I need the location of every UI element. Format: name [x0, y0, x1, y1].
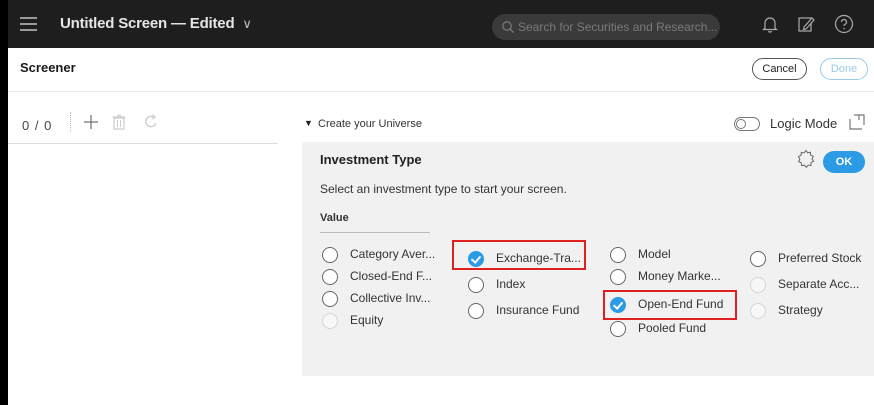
value-label: Value	[320, 212, 349, 224]
cancel-button[interactable]: Cancel	[752, 58, 807, 80]
option-label: Separate Acc...	[778, 277, 860, 291]
radio-icon[interactable]	[610, 269, 626, 285]
option-label: Money Marke...	[638, 269, 721, 283]
title-separator: —	[171, 15, 186, 32]
gear-icon[interactable]	[796, 149, 816, 169]
option-label: Insurance Fund	[496, 303, 580, 317]
add-icon[interactable]	[82, 113, 100, 131]
bell-icon[interactable]	[760, 14, 780, 34]
logic-mode-toggle[interactable]	[734, 117, 760, 131]
radio-icon[interactable]	[468, 303, 484, 319]
universe-header[interactable]: ▼ Create your Universe Logic Mode	[302, 112, 872, 140]
option-label: Strategy	[778, 303, 823, 317]
highlight-box-open-end-fund	[603, 290, 737, 320]
option-label: Pooled Fund	[638, 321, 707, 335]
criteria-counter: 0 / 0	[22, 118, 53, 133]
option-label: Preferred Stock	[778, 251, 862, 265]
chevron-down-icon[interactable]: ∨	[242, 16, 252, 31]
top-bar: Untitled Screen — Edited ∨ Search for Se…	[8, 0, 874, 48]
expand-icon[interactable]	[848, 113, 866, 131]
trash-icon[interactable]	[110, 113, 128, 131]
radio-icon[interactable]	[322, 313, 338, 329]
help-icon[interactable]	[834, 14, 854, 34]
edit-note-icon[interactable]	[796, 14, 816, 34]
done-button[interactable]: Done	[820, 58, 868, 80]
radio-icon[interactable]	[468, 277, 484, 293]
window-frame	[0, 0, 8, 405]
screen-title-text: Untitled Screen	[60, 15, 168, 32]
option-label: Collective Inv...	[350, 291, 431, 305]
highlight-box-exchange-traded	[452, 240, 586, 270]
option-label: Closed-End F...	[350, 269, 433, 283]
search-input[interactable]: Search for Securities and Research...	[492, 14, 720, 40]
screen-title[interactable]: Untitled Screen — Edited ∨	[60, 15, 252, 32]
search-icon	[502, 21, 514, 33]
collapse-triangle-icon[interactable]: ▼	[304, 118, 313, 128]
investment-type-panel: Investment Type OK Select an investment …	[302, 142, 874, 376]
universe-title: Create your Universe	[318, 118, 422, 130]
radio-icon[interactable]	[322, 247, 338, 263]
option-label: Model	[638, 247, 671, 261]
edited-label: Edited	[189, 15, 235, 32]
radio-icon[interactable]	[750, 277, 766, 293]
page-title: Screener	[20, 60, 76, 75]
ok-button[interactable]: OK	[823, 151, 865, 173]
option-label: Equity	[350, 313, 384, 327]
radio-icon[interactable]	[750, 251, 766, 267]
toolbar-divider	[70, 112, 71, 132]
criteria-toolbar: 0 / 0	[8, 104, 278, 144]
option-label: Index	[496, 277, 526, 291]
radio-icon[interactable]	[610, 321, 626, 337]
menu-icon[interactable]	[20, 17, 37, 31]
radio-icon[interactable]	[610, 247, 626, 263]
radio-icon[interactable]	[322, 269, 338, 285]
radio-icon[interactable]	[750, 303, 766, 319]
option-label: Category Aver...	[350, 247, 436, 261]
investment-type-title: Investment Type	[320, 152, 422, 167]
radio-icon[interactable]	[322, 291, 338, 307]
refresh-icon[interactable]	[142, 113, 160, 131]
value-divider	[320, 232, 430, 233]
investment-type-description: Select an investment type to start your …	[320, 182, 567, 196]
screener-header: Screener Cancel Done	[8, 48, 874, 92]
search-placeholder: Search for Securities and Research...	[518, 20, 718, 34]
logic-mode-label: Logic Mode	[770, 116, 838, 131]
